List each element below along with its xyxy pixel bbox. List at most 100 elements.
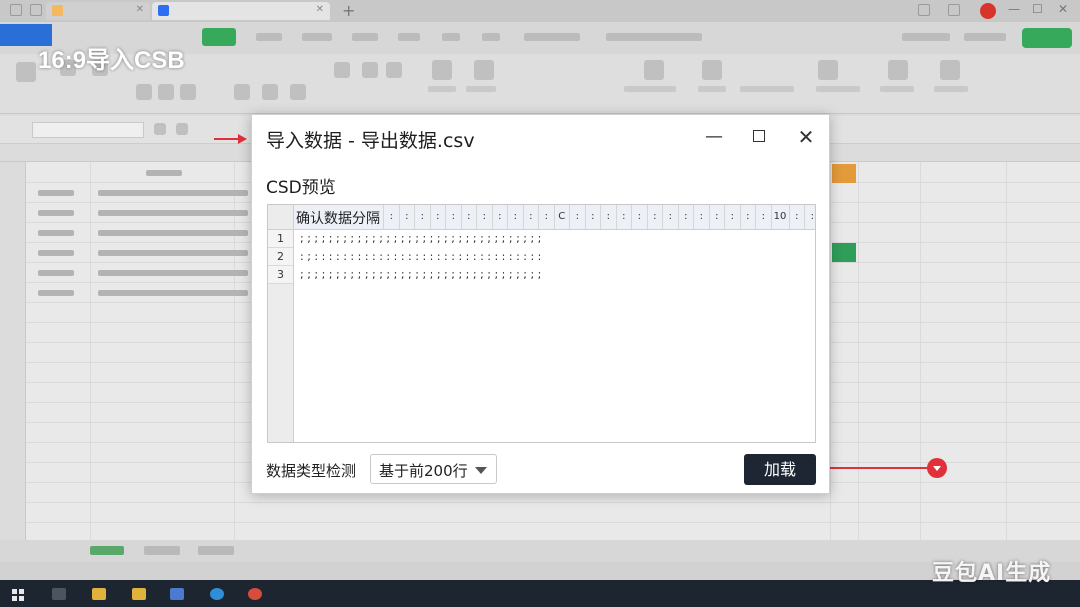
name-box[interactable]: [32, 122, 144, 138]
folder-icon[interactable]: [132, 588, 146, 600]
minimize-button[interactable]: —: [698, 123, 730, 151]
app-icon[interactable]: [170, 588, 184, 600]
close-icon[interactable]: ✕: [136, 4, 144, 15]
sheet-tab-active[interactable]: [90, 546, 124, 555]
menu-item[interactable]: [482, 33, 500, 41]
italic-icon[interactable]: [158, 84, 174, 100]
align-icon[interactable]: [386, 62, 402, 78]
grid-header-cell[interactable]: :: [446, 205, 462, 229]
start-menu-icon[interactable]: [12, 589, 24, 601]
grid-header-cell[interactable]: :: [805, 205, 815, 229]
grid-header-cell[interactable]: :: [400, 205, 415, 229]
grid-header-cell[interactable]: :: [648, 205, 663, 229]
grid-row-number[interactable]: 3: [268, 266, 293, 284]
sheet-icon[interactable]: [888, 60, 908, 80]
menu-item[interactable]: [606, 33, 702, 41]
ribbon-label: [466, 86, 496, 92]
grid-header-cell[interactable]: :: [539, 205, 555, 229]
maximize-icon[interactable]: ☐: [1032, 2, 1043, 16]
load-button[interactable]: 加载: [744, 454, 816, 485]
grid-header-cell[interactable]: :: [415, 205, 431, 229]
grid-row-number[interactable]: 2: [268, 248, 293, 266]
grid-header-cell[interactable]: :: [790, 205, 805, 229]
menu-item[interactable]: [964, 33, 1006, 41]
chrome-browser-icon[interactable]: [248, 588, 262, 600]
menu-item[interactable]: [352, 33, 378, 41]
close-icon[interactable]: ✕: [316, 4, 324, 15]
browser-tab-2[interactable]: ✕: [152, 2, 330, 20]
zoom-icon[interactable]: [154, 123, 166, 135]
format-table-icon[interactable]: [644, 60, 664, 80]
grid-header-cell[interactable]: 确认数据分隔: [294, 205, 384, 230]
menu-item[interactable]: [256, 33, 282, 41]
maximize-button[interactable]: [743, 123, 775, 151]
extension-icon[interactable]: [918, 4, 930, 16]
grid-header-cell[interactable]: :: [601, 205, 617, 229]
browser-tab-1[interactable]: ✕: [46, 2, 150, 20]
menu-item[interactable]: [902, 33, 950, 41]
grid-header-cell[interactable]: :: [725, 205, 741, 229]
grid-header-cell[interactable]: :: [663, 205, 679, 229]
grid-header-cell[interactable]: :: [617, 205, 632, 229]
menu-item[interactable]: [524, 33, 580, 41]
bell-icon[interactable]: [940, 60, 960, 80]
home-tab[interactable]: [202, 28, 236, 46]
grid-header-cell[interactable]: :: [694, 205, 710, 229]
grid-header-cell[interactable]: 10: [772, 205, 790, 229]
extension-icon[interactable]: [948, 4, 960, 16]
grid-header-cell[interactable]: :: [508, 205, 524, 229]
grid-header-cell[interactable]: :: [632, 205, 648, 229]
sum-icon[interactable]: [702, 60, 722, 80]
csv-preview-grid[interactable]: 确认数据分隔 : : : : : : : : : : : C : : : : :…: [267, 204, 816, 443]
wrap-icon[interactable]: [432, 60, 452, 80]
merge-icon[interactable]: [474, 60, 494, 80]
grid-data-row[interactable]: ; ; ; ; ; ; ; ; ; ; ; ; ; ; ; ; ; ; ; ; …: [300, 268, 815, 286]
fill-color-icon[interactable]: [234, 84, 250, 100]
search-icon[interactable]: [52, 588, 66, 600]
grid-header-cell[interactable]: :: [679, 205, 694, 229]
grid-header-cell[interactable]: :: [586, 205, 601, 229]
grid-header-cell[interactable]: :: [431, 205, 446, 229]
menu-item[interactable]: [398, 33, 420, 41]
grid-data-row[interactable]: ; ; ; ; ; ; ; ; ; ; ; ; ; ; ; ; ; ; ; ; …: [300, 232, 815, 250]
grid-header-cell[interactable]: :: [570, 205, 586, 229]
font-color-icon[interactable]: [290, 84, 306, 100]
grid-header-cell[interactable]: :: [710, 205, 725, 229]
close-icon[interactable]: ✕: [1058, 2, 1068, 16]
menu-item[interactable]: [442, 33, 460, 41]
grid-header-cell[interactable]: :: [384, 205, 400, 229]
grid-data-row[interactable]: : ; : : : : : : : : : : : : : : : : : : …: [300, 250, 815, 268]
minimize-icon[interactable]: —: [1008, 2, 1020, 16]
edge-browser-icon[interactable]: [210, 588, 224, 600]
grid-header-cell[interactable]: :: [756, 205, 772, 229]
sheet-tab[interactable]: [144, 546, 180, 555]
paste-icon[interactable]: [16, 62, 36, 82]
function-icon[interactable]: [176, 123, 188, 135]
avatar[interactable]: [980, 3, 996, 19]
rows-icon[interactable]: [818, 60, 838, 80]
grid-row-number[interactable]: 1: [268, 230, 293, 248]
ribbon-label: [934, 86, 968, 92]
font-color-icon[interactable]: [262, 84, 278, 100]
new-tab-icon[interactable]: +: [342, 1, 355, 20]
window-icon[interactable]: [10, 4, 22, 16]
menu-item[interactable]: [302, 33, 332, 41]
align-icon[interactable]: [334, 62, 350, 78]
align-icon[interactable]: [362, 62, 378, 78]
grid-header-cell[interactable]: :: [493, 205, 508, 229]
sheet-tab[interactable]: [198, 546, 234, 555]
highlighted-cell[interactable]: [832, 243, 856, 262]
tab-grid-icon[interactable]: [30, 4, 42, 16]
highlighted-cell[interactable]: [832, 164, 856, 183]
bold-icon[interactable]: [136, 84, 152, 100]
type-detection-select[interactable]: 基于前200行: [370, 454, 497, 484]
grid-header-cell[interactable]: C: [555, 205, 570, 229]
share-button[interactable]: [1022, 28, 1072, 48]
grid-header-cell[interactable]: :: [524, 205, 539, 229]
grid-header-cell[interactable]: :: [741, 205, 756, 229]
grid-header-cell[interactable]: :: [462, 205, 477, 229]
underline-icon[interactable]: [180, 84, 196, 100]
close-button[interactable]: ✕: [790, 123, 822, 151]
grid-header-cell[interactable]: :: [477, 205, 493, 229]
folder-icon[interactable]: [92, 588, 106, 600]
